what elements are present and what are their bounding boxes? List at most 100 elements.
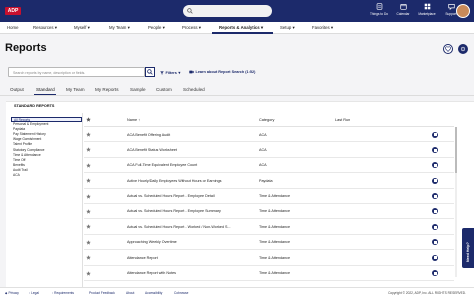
row-actions-button[interactable]	[432, 208, 438, 215]
footer-link-legal[interactable]: ▫ Legal	[29, 291, 39, 295]
footer-link-about[interactable]: About	[126, 291, 134, 295]
need-help-tab[interactable]: Need Help?	[462, 228, 474, 268]
row-actions-button[interactable]	[432, 254, 438, 261]
column-header-last-run[interactable]: Last Run	[335, 118, 350, 122]
star-icon[interactable]	[86, 132, 91, 137]
footer-link-cobrowse[interactable]: Cobrowse	[174, 291, 188, 295]
row-actions-button[interactable]	[432, 131, 438, 138]
report-name[interactable]: Attendance Report	[127, 256, 158, 260]
row-actions-button[interactable]	[432, 146, 438, 153]
marketplace-label: Marketplace	[418, 12, 436, 16]
nav-item-my-team[interactable]: My Team ▾	[109, 25, 130, 31]
report-search-button[interactable]	[145, 67, 155, 77]
user-avatar[interactable]	[456, 4, 470, 18]
footer-link-accessibility[interactable]: Accessibility	[145, 291, 162, 295]
row-actions-button[interactable]	[432, 223, 438, 230]
row-actions-button[interactable]	[432, 177, 438, 184]
nav-item-myself[interactable]: Myself ▾	[74, 25, 90, 31]
nav-item-people[interactable]: People ▾	[148, 25, 165, 31]
report-category: Time & Attendance	[259, 209, 291, 214]
marketplace-button[interactable]: Marketplace	[417, 3, 437, 16]
filters-label: Filters	[165, 70, 177, 75]
nav-item-label: Favorites	[312, 25, 330, 30]
row-actions-button[interactable]	[432, 193, 438, 200]
nav-item-setup[interactable]: Setup ▾	[280, 25, 295, 31]
nav-item-favorites[interactable]: Favorites ▾	[312, 25, 333, 31]
table-row[interactable]: Attendance Report with Notes Time & Atte…	[84, 266, 454, 281]
row-actions-button[interactable]	[432, 239, 438, 246]
star-icon[interactable]	[86, 193, 91, 199]
nav-item-label: Setup	[280, 25, 292, 30]
report-category: Time & Attendance	[259, 255, 291, 260]
menu-icon	[433, 226, 437, 228]
adp-logo[interactable]: ADP	[5, 6, 21, 16]
things-to-do-label: Things to Do	[369, 12, 389, 16]
report-name[interactable]: ACA Benefit Offering Audit	[127, 133, 170, 137]
tab-my-team[interactable]: My Team	[66, 87, 85, 92]
star-icon[interactable]	[86, 178, 91, 183]
document-icon: ▫	[29, 290, 31, 295]
row-actions-button[interactable]	[432, 162, 438, 169]
things-to-do-button[interactable]: Things to Do	[369, 3, 389, 16]
report-tabs: Output Standard My Team My Reports Sampl…	[0, 85, 474, 96]
row-actions-button[interactable]	[432, 270, 438, 277]
star-icon[interactable]	[86, 224, 91, 229]
footer-link-privacy[interactable]: ◆ Privacy	[5, 291, 19, 295]
nav-item-label: People	[148, 25, 162, 30]
column-header-name[interactable]: Name ↑	[127, 118, 140, 122]
star-icon[interactable]	[86, 255, 91, 260]
standard-reports-heading: STANDARD REPORTS	[14, 104, 55, 108]
star-icon[interactable]	[86, 209, 91, 214]
table-row[interactable]: ACA Full-Time Equivalent Employee Count …	[84, 158, 454, 174]
table-row[interactable]: Actual vs. Scheduled Hours Report - Empl…	[84, 189, 454, 204]
footer-link-product-feedback[interactable]: Product Feedback	[89, 291, 115, 295]
report-name[interactable]: Attendance Report with Notes	[127, 271, 176, 275]
nav-item-reports-analytics[interactable]: Reports & Analytics ▾	[219, 25, 263, 31]
star-icon[interactable]	[86, 270, 91, 276]
tab-output[interactable]: Output	[10, 87, 24, 92]
nav-item-process[interactable]: Process ▾	[182, 25, 201, 31]
more-options-button[interactable]	[458, 44, 468, 54]
column-header-category[interactable]: Category	[259, 118, 274, 122]
report-name[interactable]: Actual vs. Scheduled Hours Report - Work…	[127, 225, 231, 229]
table-row[interactable]: ACA Benefit Status Worksheet ACA	[84, 142, 454, 158]
favorite-button[interactable]	[443, 44, 453, 54]
tab-sample[interactable]: Sample	[130, 87, 146, 92]
nav-item-resources[interactable]: Resources ▾	[33, 25, 57, 31]
table-row[interactable]: Active Hourly/Daily Employees Without Ho…	[84, 173, 454, 189]
report-name[interactable]: Active Hourly/Daily Employees Without Ho…	[127, 179, 221, 183]
search-icon	[187, 8, 193, 14]
report-category: ACA	[259, 132, 267, 137]
table-row[interactable]: ACA Benefit Offering Audit ACA	[84, 127, 454, 143]
star-icon[interactable]	[86, 163, 91, 168]
report-name[interactable]: Actual vs. Scheduled Hours Report - Empl…	[127, 194, 215, 198]
tab-custom[interactable]: Custom	[156, 87, 172, 92]
footer: ◆ Privacy ▫ Legal ▫ Requirements Product Fe…	[0, 287, 474, 296]
report-name[interactable]: Approaching Weekly Overtime	[127, 240, 177, 244]
table-row[interactable]: Approaching Weekly Overtime Time & Atten…	[84, 235, 454, 251]
star-icon[interactable]	[86, 240, 91, 245]
copyright-text: Copyright © 2022, ADP, Inc. ALL RIGHTS R…	[388, 290, 466, 295]
star-icon[interactable]	[86, 117, 91, 122]
report-name[interactable]: ACA Full-Time Equivalent Employee Count	[127, 163, 197, 167]
report-name[interactable]: Actual vs. Scheduled Hours Report - Empl…	[127, 209, 221, 213]
table-row[interactable]: Attendance Report Time & Attendance	[84, 250, 454, 266]
global-search-input[interactable]	[183, 5, 272, 17]
calendar-button[interactable]: Calendar	[393, 3, 413, 16]
nav-item-home[interactable]: Home	[7, 25, 18, 30]
footer-link-requirements[interactable]: ▫ Requirements	[52, 291, 74, 295]
table-row[interactable]: Actual vs. Scheduled Hours Report - Work…	[84, 219, 454, 235]
report-search-input[interactable]: Search reports by name, description or f…	[8, 67, 145, 77]
filters-button[interactable]: Filters ▾	[160, 70, 180, 75]
category-item-aca[interactable]: ACA	[11, 173, 82, 178]
tab-scheduled[interactable]: Scheduled	[183, 87, 205, 92]
report-name[interactable]: ACA Benefit Status Worksheet	[127, 148, 177, 152]
learn-report-search-link[interactable]: Learn about Report Search (1:52)	[189, 70, 255, 74]
tab-my-reports[interactable]: My Reports	[95, 87, 119, 92]
tab-standard[interactable]: Standard	[36, 87, 55, 92]
table-row[interactable]: Actual vs. Scheduled Hours Report - Empl…	[84, 204, 454, 220]
report-category: Paydata	[259, 178, 273, 183]
star-icon[interactable]	[86, 147, 91, 152]
table-scrollbar-thumb[interactable]	[455, 127, 457, 173]
chevron-down-icon: ▾	[127, 25, 130, 30]
